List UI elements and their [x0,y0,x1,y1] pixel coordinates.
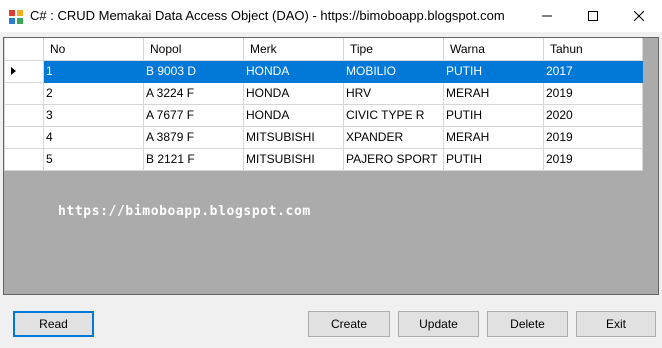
maximize-icon [588,11,598,21]
row-header-cell[interactable] [4,81,44,105]
cell-merk[interactable]: MITSUBISHI [243,147,344,171]
row-header-cell[interactable] [4,59,44,83]
cell-no[interactable]: 2 [43,81,144,105]
cell-warna[interactable]: MERAH [443,81,544,105]
column-header-merk[interactable]: Merk [243,38,344,61]
column-header-no[interactable]: No [43,38,144,61]
column-header-tahun[interactable]: Tahun [543,38,643,61]
exit-button[interactable]: Exit [576,311,656,337]
watermark-text: https://bimoboapp.blogspot.com [58,204,311,219]
cell-nopol[interactable]: A 3224 F [143,81,244,105]
column-header-nopol[interactable]: Nopol [143,38,244,61]
table-row[interactable]: 4 A 3879 F MITSUBISHI XPANDER MERAH 2019 [4,125,643,149]
cell-warna[interactable]: PUTIH [443,103,544,127]
cell-tipe[interactable]: XPANDER [343,125,444,149]
cell-tipe[interactable]: HRV [343,81,444,105]
cell-warna[interactable]: MERAH [443,125,544,149]
table-row[interactable]: 5 B 2121 F MITSUBISHI PAJERO SPORT PUTIH… [4,147,643,171]
current-row-arrow-icon [11,67,16,75]
cell-merk[interactable]: MITSUBISHI [243,125,344,149]
cell-tipe[interactable]: CIVIC TYPE R [343,103,444,127]
delete-button[interactable]: Delete [487,311,568,337]
cell-tipe[interactable]: MOBILIO [343,59,444,83]
cell-merk[interactable]: HONDA [243,103,344,127]
data-grid-table: No Nopol Merk Tipe Warna Tahun 1 B 9003 … [4,38,643,171]
cell-nopol[interactable]: A 7677 F [143,103,244,127]
table-row[interactable]: 2 A 3224 F HONDA HRV MERAH 2019 [4,81,643,105]
cell-tahun[interactable]: 2017 [543,59,643,83]
cell-nopol[interactable]: A 3879 F [143,125,244,149]
update-button[interactable]: Update [398,311,479,337]
minimize-icon [542,15,552,17]
row-header-cell[interactable] [4,125,44,149]
table-row[interactable]: 3 A 7677 F HONDA CIVIC TYPE R PUTIH 2020 [4,103,643,127]
window-title: C# : CRUD Memakai Data Access Object (DA… [30,8,505,23]
cell-no[interactable]: 3 [43,103,144,127]
cell-tipe[interactable]: PAJERO SPORT [343,147,444,171]
cell-merk[interactable]: HONDA [243,59,344,83]
cell-merk[interactable]: HONDA [243,81,344,105]
app-window-icon [9,10,23,24]
column-header-tipe[interactable]: Tipe [343,38,444,61]
cell-tahun[interactable]: 2019 [543,125,643,149]
cell-tahun[interactable]: 2019 [543,147,643,171]
header-row: No Nopol Merk Tipe Warna Tahun [4,38,643,61]
cell-no[interactable]: 5 [43,147,144,171]
data-grid[interactable]: No Nopol Merk Tipe Warna Tahun 1 B 9003 … [3,37,659,295]
cell-no[interactable]: 1 [43,59,144,83]
cell-warna[interactable]: PUTIH [443,147,544,171]
cell-warna[interactable]: PUTIH [443,59,544,83]
title-bar: C# : CRUD Memakai Data Access Object (DA… [0,0,662,32]
cell-tahun[interactable]: 2020 [543,103,643,127]
maximize-button[interactable] [570,0,616,32]
read-button[interactable]: Read [13,311,94,337]
table-row[interactable]: 1 B 9003 D HONDA MOBILIO PUTIH 2017 [4,59,643,83]
row-header-cell[interactable] [4,147,44,171]
column-header-warna[interactable]: Warna [443,38,544,61]
cell-tahun[interactable]: 2019 [543,81,643,105]
close-icon [634,11,644,21]
close-button[interactable] [616,0,662,32]
minimize-button[interactable] [524,0,570,32]
cell-nopol[interactable]: B 2121 F [143,147,244,171]
create-button[interactable]: Create [308,311,390,337]
cell-no[interactable]: 4 [43,125,144,149]
row-header-cell[interactable] [4,103,44,127]
cell-nopol[interactable]: B 9003 D [143,59,244,83]
corner-header-cell[interactable] [4,38,44,61]
